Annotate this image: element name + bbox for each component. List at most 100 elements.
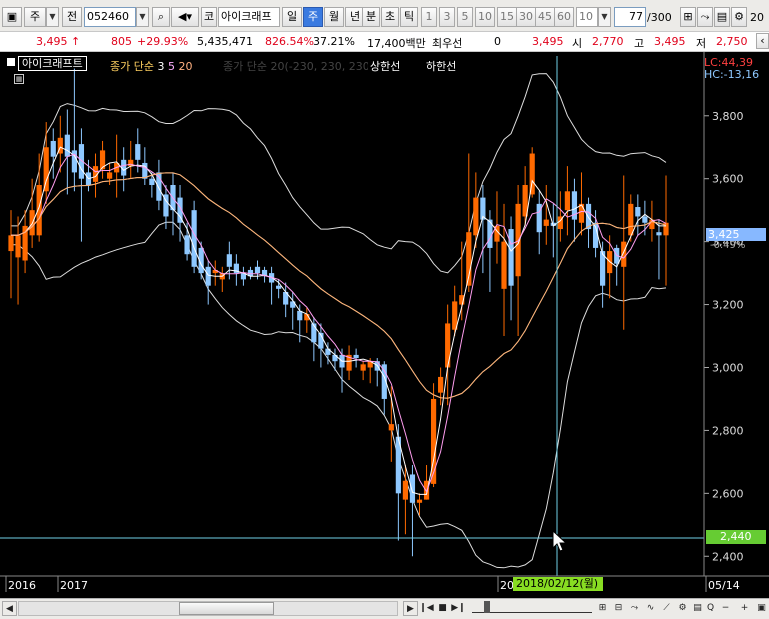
price-chart[interactable]: 3,800 3,600 3,400 3,200 3,000 2,800 2,600 2,400…: [0, 52, 769, 598]
candle-body: [473, 197, 479, 236]
candle-body: [388, 424, 394, 431]
cursor-price-badge: 2,440: [706, 530, 766, 544]
period-second[interactable]: 초: [381, 7, 399, 27]
candle-body: [205, 266, 211, 286]
count-input[interactable]: 10: [576, 7, 598, 27]
save-button[interactable]: ▤: [714, 7, 730, 27]
price-change-label: -0.49%: [710, 240, 746, 251]
interval-45[interactable]: 45: [535, 7, 555, 27]
zoom-slider-handle[interactable]: [484, 601, 490, 613]
stock-name: 아이크래프: [218, 7, 280, 27]
page-input[interactable]: 77: [614, 7, 646, 27]
candle-body: [135, 144, 141, 160]
candle-body: [43, 147, 49, 192]
last-page-button[interactable]: ▶❙: [451, 601, 466, 616]
chart-canvas[interactable]: 3,8003,6003,4003,2003,0002,8002,6002,400…: [0, 52, 769, 598]
candle-body: [254, 266, 261, 274]
chart-menu-button[interactable]: ▣: [2, 7, 22, 27]
candle-body: [501, 241, 507, 289]
candle-body: [149, 178, 155, 185]
interval-60[interactable]: 60: [554, 7, 574, 27]
cursor-date-badge: 2018/02/12(월): [513, 577, 603, 591]
candle-body: [402, 480, 409, 500]
search-button[interactable]: ⌕: [152, 7, 170, 27]
candle-body: [226, 254, 232, 267]
grid-button[interactable]: ⊞: [680, 7, 696, 27]
first-page-button[interactable]: ❙◀: [419, 601, 434, 616]
trend-button[interactable]: ⤳: [697, 7, 713, 27]
candle-body: [191, 210, 197, 267]
lower-band-line: [11, 221, 667, 569]
legend-marker-icon: [7, 58, 15, 66]
candle-body: [353, 354, 359, 359]
period-week[interactable]: 주: [303, 7, 323, 27]
ask-price: 3,495: [532, 35, 564, 48]
prev-button[interactable]: 전: [62, 7, 82, 27]
code-input[interactable]: 052460: [84, 7, 136, 27]
turnover: 37.21%: [313, 35, 355, 48]
window-icon: ▣: [6, 10, 18, 23]
market-selector[interactable]: 주: [24, 7, 46, 27]
count-dropdown-icon[interactable]: ▼: [598, 7, 611, 27]
wave-tool-icon[interactable]: ∿: [643, 601, 658, 616]
horizontal-scrollbar[interactable]: [18, 601, 398, 616]
interval-5[interactable]: 5: [457, 7, 473, 27]
candle-body: [416, 499, 423, 503]
open-price: 2,770: [592, 35, 624, 48]
settings-tool-icon[interactable]: ⚙: [675, 601, 690, 616]
envelope-legend[interactable]: 종가 단순 20(-230, 230, 230): [223, 58, 368, 74]
mouse-cursor-icon: [552, 529, 568, 552]
upper-band-label: 상한선: [370, 60, 401, 73]
zoom-in-icon[interactable]: +: [737, 601, 752, 616]
candle-body: [325, 348, 331, 355]
chart-title[interactable]: 아이크래프트: [18, 56, 87, 71]
settings-button[interactable]: ⚙: [731, 7, 747, 27]
fit-icon[interactable]: ▣: [754, 601, 769, 616]
high-label: 고: [634, 37, 645, 50]
collapse-button[interactable]: ‹: [756, 33, 769, 49]
grade-value: 0: [494, 35, 501, 48]
scroll-left-button[interactable]: ◀: [2, 601, 17, 616]
chart-type-icon-1[interactable]: ⊞: [595, 601, 610, 616]
interval-3[interactable]: 3: [439, 7, 455, 27]
interval-10[interactable]: 10: [475, 7, 495, 27]
trend-tool-icon[interactable]: ⤳: [627, 601, 642, 616]
candle-body: [107, 172, 113, 179]
page-total: /300: [647, 11, 672, 24]
code-dropdown-icon[interactable]: ▼: [136, 7, 149, 27]
interval-30[interactable]: 30: [516, 7, 536, 27]
scrollbar-thumb[interactable]: [179, 602, 274, 615]
candle-body: [8, 235, 14, 252]
x-axis-label: 05/14: [708, 579, 740, 592]
table-icon[interactable]: ▦: [14, 74, 24, 84]
period-month[interactable]: 월: [324, 7, 344, 27]
candle-body: [360, 364, 366, 371]
candle-body: [438, 376, 444, 393]
candle-body: [578, 203, 585, 223]
trade-amount: 17,400백만: [367, 37, 426, 50]
stop-button[interactable]: ■: [435, 601, 450, 616]
line-tool-icon[interactable]: ⟋: [659, 601, 674, 616]
scroll-right-button[interactable]: ▶: [403, 601, 418, 616]
sound-button[interactable]: ◀▾: [171, 7, 199, 27]
trend-icon: ⤳: [700, 10, 710, 23]
market-dropdown-icon[interactable]: ▼: [46, 7, 59, 27]
interval-1[interactable]: 1: [421, 7, 437, 27]
chart-type-icon-2[interactable]: ⊟: [611, 601, 626, 616]
period-day[interactable]: 일: [282, 7, 302, 27]
candle-body: [543, 219, 549, 226]
interval-15[interactable]: 15: [497, 7, 517, 27]
candle-body: [409, 474, 416, 503]
market-tag[interactable]: 코: [201, 7, 217, 27]
period-minute[interactable]: 분: [362, 7, 380, 27]
ma-legend[interactable]: 종가 단순 3 5 20: [110, 58, 192, 74]
period-tick[interactable]: 틱: [400, 7, 418, 27]
save-icon: ▤: [716, 10, 728, 23]
zoom-icon[interactable]: Q: [703, 601, 718, 616]
x-axis-label: 2017: [60, 579, 88, 592]
low-price: 2,750: [716, 35, 748, 48]
zoom-out-icon[interactable]: −: [718, 601, 733, 616]
zoom-slider[interactable]: [472, 601, 592, 613]
candle-body: [628, 203, 634, 236]
grid-icon: ⊞: [683, 10, 693, 23]
